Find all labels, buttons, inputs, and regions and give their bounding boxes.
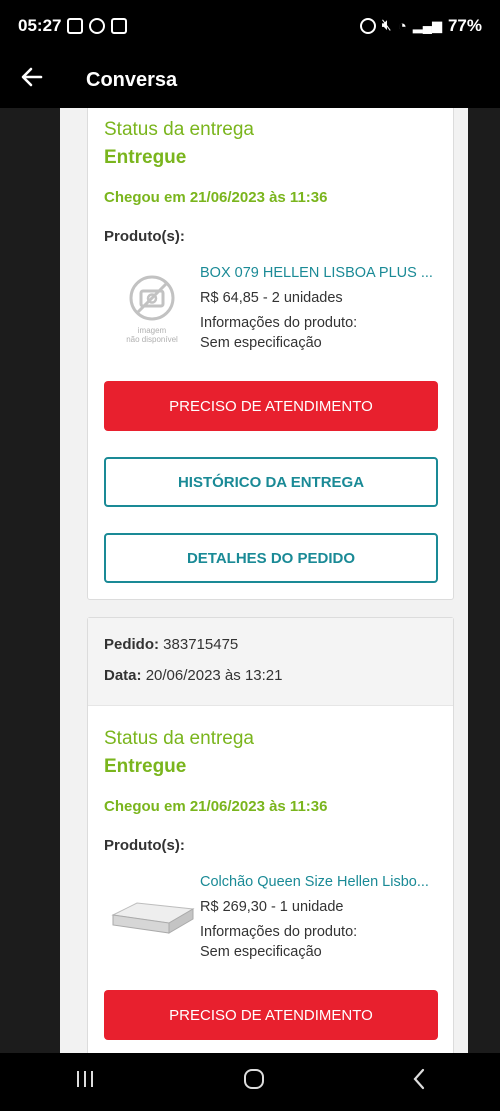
mattress-image xyxy=(111,902,195,934)
gallery-icon xyxy=(67,18,84,34)
products-label: Produto(s): xyxy=(104,228,185,245)
product-item: Colchão Queen Size Hellen Lisbo... R$ 26… xyxy=(104,874,437,962)
status-right: 🔇︎ ◔ ▂▄▆ 77% xyxy=(359,16,482,36)
order-card: Pedido: 383715475 Data: 20/06/2023 às 13… xyxy=(87,617,454,1053)
lock-icon xyxy=(111,18,128,34)
product-price: R$ 269,30 - 1 unidade xyxy=(200,899,344,915)
wifi-icon: ◔ xyxy=(397,17,407,35)
whatsapp-icon xyxy=(89,18,106,34)
order-header: Pedido: 383715475 Data: 20/06/2023 às 13… xyxy=(88,618,453,706)
no-image-text-2: não disponível xyxy=(126,335,178,344)
no-image-icon xyxy=(129,275,175,321)
page-title: Conversa xyxy=(86,68,178,91)
order-date-value: 20/06/2023 às 13:21 xyxy=(145,667,283,684)
clock: 05:27 xyxy=(18,16,62,35)
product-spec: Sem especificação xyxy=(200,335,322,351)
support-button[interactable]: PRECISO DE ATENDIMENTO xyxy=(104,381,438,431)
home-icon[interactable] xyxy=(242,1067,266,1098)
product-info-label: Informações do produto: xyxy=(200,924,358,940)
product-spec: Sem especificação xyxy=(200,944,322,960)
conversation-scroll-area[interactable]: Status da entrega Entregue Chegou em 21/… xyxy=(60,108,468,1053)
product-name[interactable]: Colchão Queen Size Hellen Lisbo... xyxy=(200,874,429,890)
arrival-date: Chegou em 21/06/2023 às 11:36 xyxy=(104,189,328,206)
system-nav-bar xyxy=(0,1053,500,1111)
delivery-status-value: Entregue xyxy=(104,756,187,777)
delivery-history-button[interactable]: HISTÓRICO DA ENTREGA xyxy=(104,457,438,507)
delivery-status-label: Status da entrega xyxy=(104,728,254,749)
delivery-status-value: Entregue xyxy=(104,147,187,168)
alarm-icon xyxy=(359,18,376,34)
product-price: R$ 64,85 - 2 unidades xyxy=(200,290,343,306)
product-image xyxy=(104,874,200,962)
status-bar: 05:27 🔇︎ ◔ ▂▄▆ 77% xyxy=(0,0,500,52)
product-image-placeholder: imagem não disponível xyxy=(104,265,200,353)
battery-level: 77% xyxy=(447,16,482,35)
mute-icon: 🔇︎ xyxy=(381,17,392,34)
products-label: Produto(s): xyxy=(104,837,185,854)
order-number-row: Pedido: 383715475 xyxy=(104,636,437,653)
product-info-label: Informações do produto: xyxy=(200,315,358,331)
delivery-status-label: Status da entrega xyxy=(104,119,254,140)
signal-icon: ▂▄▆ xyxy=(412,18,442,33)
product-info: Colchão Queen Size Hellen Lisbo... R$ 26… xyxy=(200,874,429,962)
order-number-value: 383715475 xyxy=(163,636,239,653)
order-card: Status da entrega Entregue Chegou em 21/… xyxy=(87,108,454,600)
support-button[interactable]: PRECISO DE ATENDIMENTO xyxy=(104,990,438,1040)
arrival-date: Chegou em 21/06/2023 às 11:36 xyxy=(104,798,328,815)
product-info: BOX 079 HELLEN LISBOA PLUS ... R$ 64,85 … xyxy=(200,265,433,353)
back-nav-icon[interactable] xyxy=(411,1067,427,1098)
order-date-label: Data: xyxy=(104,667,142,684)
recent-apps-icon[interactable] xyxy=(73,1068,97,1096)
order-details-button[interactable]: DETALHES DO PEDIDO xyxy=(104,533,438,583)
order-number-label: Pedido: xyxy=(104,636,159,653)
no-image-text: imagem xyxy=(137,326,167,335)
product-item: imagem não disponível BOX 079 HELLEN LIS… xyxy=(104,265,437,353)
product-name[interactable]: BOX 079 HELLEN LISBOA PLUS ... xyxy=(200,265,433,281)
app-bar: Conversa xyxy=(0,52,500,108)
back-arrow-icon[interactable] xyxy=(20,64,60,96)
status-left: 05:27 xyxy=(18,16,128,36)
order-date-row: Data: 20/06/2023 às 13:21 xyxy=(104,667,437,684)
